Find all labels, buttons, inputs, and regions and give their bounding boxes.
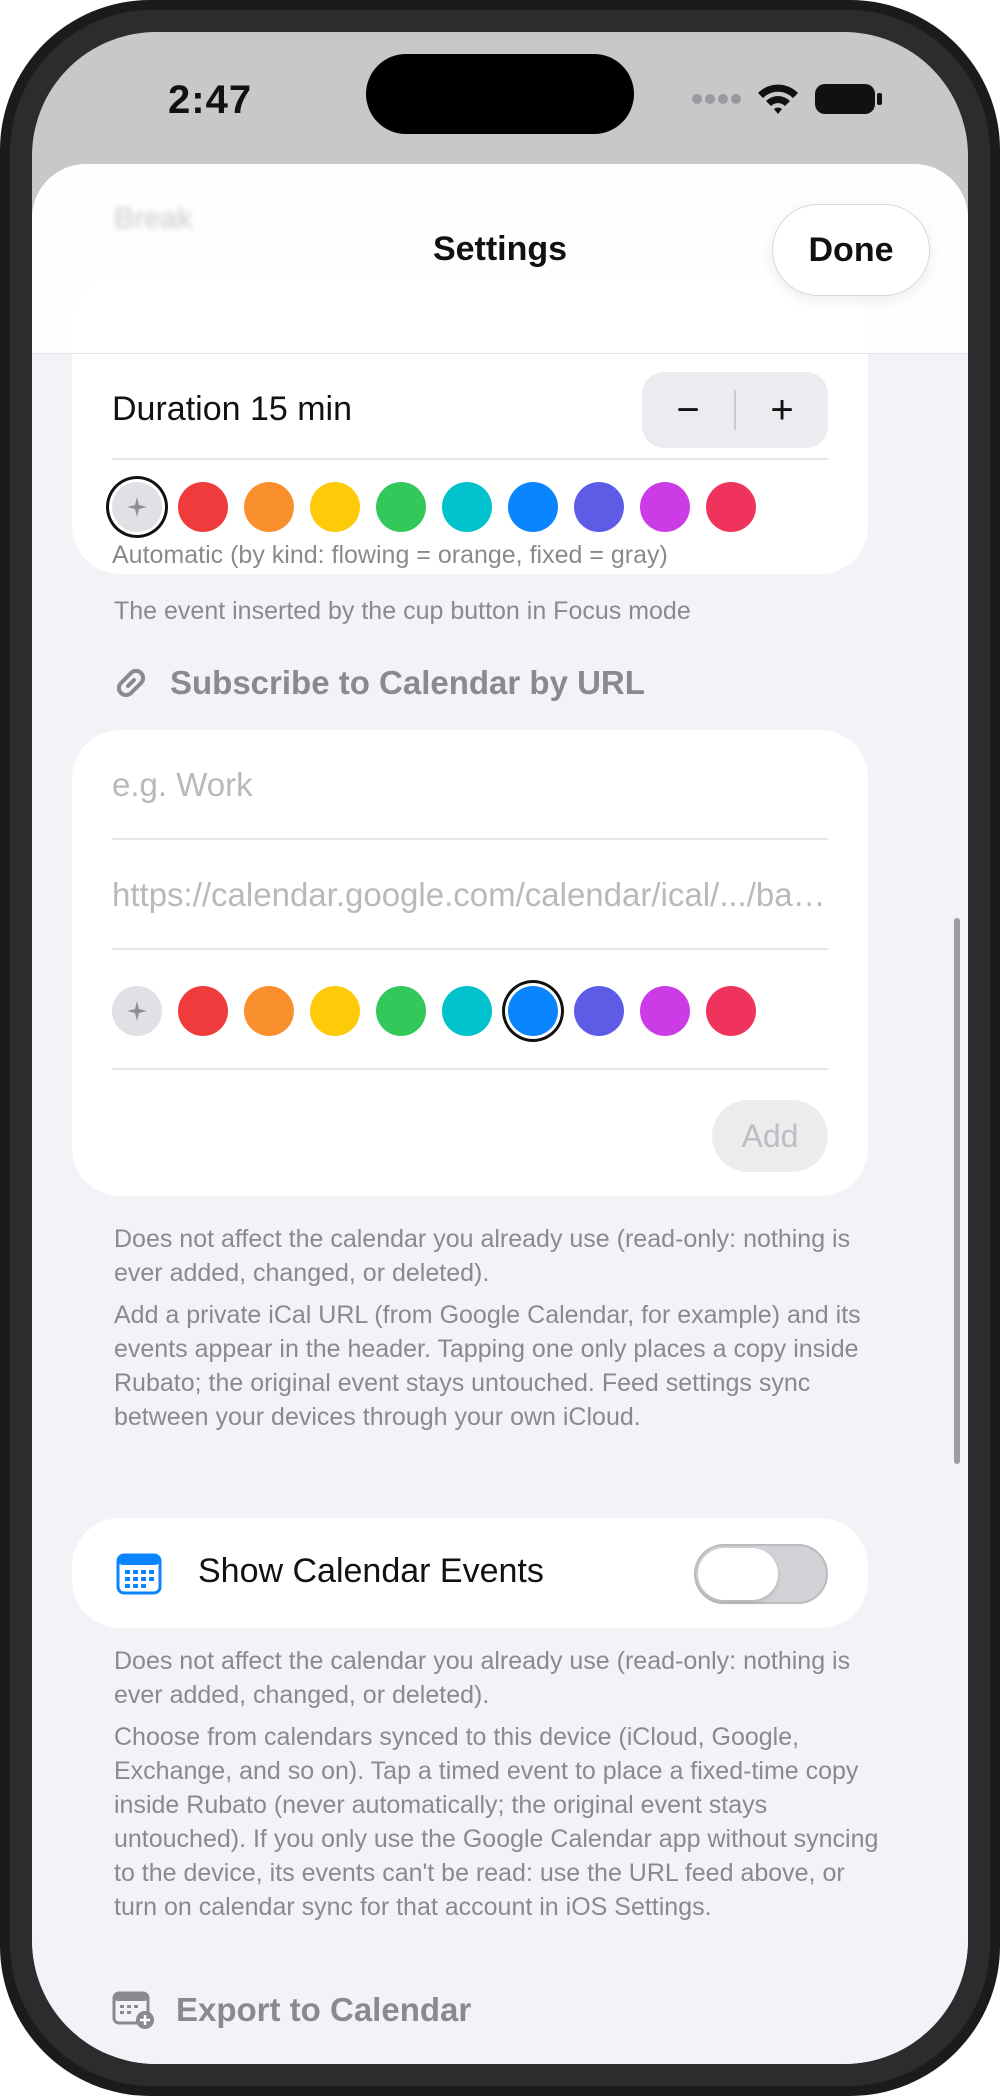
color-caption: Automatic (by kind: flowing = orange, fi… <box>112 541 668 569</box>
subscribe-footer-description: Add a private iCal URL (from Google Cale… <box>114 1301 861 1431</box>
color-swatch[interactable] <box>310 482 360 532</box>
subscribe-color-picker <box>112 986 756 1036</box>
divider <box>112 1068 828 1070</box>
calendar-icon <box>116 1553 162 1595</box>
link-icon <box>116 668 146 698</box>
color-swatch[interactable] <box>178 986 228 1036</box>
screen: 2:47 Break Settings Done Duration 15 min… <box>32 32 968 2064</box>
color-swatch[interactable] <box>508 482 558 532</box>
subscribe-footer-note: Does not affect the calendar you already… <box>114 1225 851 1287</box>
subscribe-footer: Does not affect the calendar you already… <box>114 1222 894 1442</box>
automatic-color-swatch[interactable] <box>112 986 162 1036</box>
automatic-color-swatch[interactable] <box>112 482 162 532</box>
calendar-events-card: Show Calendar Events <box>72 1518 868 1628</box>
color-swatch[interactable] <box>442 482 492 532</box>
decrement-button[interactable]: − <box>642 372 734 448</box>
color-swatch[interactable] <box>574 482 624 532</box>
divider <box>112 948 828 950</box>
calendar-url-input[interactable]: https://calendar.google.com/calendar/ica… <box>112 876 828 914</box>
add-button[interactable]: Add <box>712 1100 828 1172</box>
color-swatch[interactable] <box>244 986 294 1036</box>
calendar-add-icon <box>112 1991 154 2029</box>
status-icons <box>692 82 884 116</box>
sparkle-icon <box>127 1001 147 1021</box>
dynamic-island <box>366 54 634 134</box>
duration-row: Duration 15 min − + <box>72 372 868 460</box>
export-header: Export to Calendar <box>112 1990 471 2030</box>
divider <box>112 458 828 460</box>
break-footer: The event inserted by the cup button in … <box>114 597 691 625</box>
color-swatch[interactable] <box>508 986 558 1036</box>
battery-icon <box>815 84 882 114</box>
settings-sheet: Break Settings Done Duration 15 min − + … <box>32 164 968 2064</box>
calendar-events-footer-description: Choose from calendars synced to this dev… <box>114 1723 879 1921</box>
duration-stepper: − + <box>642 372 828 448</box>
focus-color-picker <box>112 482 756 532</box>
status-time: 2:47 <box>168 78 253 122</box>
increment-button[interactable]: + <box>736 372 828 448</box>
sparkle-icon <box>127 497 147 517</box>
calendar-events-footer-note: Does not affect the calendar you already… <box>114 1647 851 1709</box>
color-swatch[interactable] <box>706 482 756 532</box>
signal-dots-icon <box>692 94 741 104</box>
subscribe-header-label: Subscribe to Calendar by URL <box>170 664 645 701</box>
color-swatch[interactable] <box>376 482 426 532</box>
calendar-events-footer: Does not affect the calendar you already… <box>114 1644 894 1932</box>
calendar-events-toggle[interactable] <box>694 1544 828 1604</box>
color-swatch[interactable] <box>178 482 228 532</box>
color-swatch[interactable] <box>574 986 624 1036</box>
calendar-events-label: Show Calendar Events <box>198 1552 544 1590</box>
calendar-name-input[interactable]: e.g. Work <box>112 766 828 804</box>
duration-label: Duration 15 min <box>112 390 353 428</box>
toggle-knob <box>698 1548 778 1600</box>
color-swatch[interactable] <box>706 986 756 1036</box>
color-swatch[interactable] <box>244 482 294 532</box>
wifi-icon <box>758 84 798 114</box>
color-swatch[interactable] <box>310 986 360 1036</box>
color-swatch[interactable] <box>640 986 690 1036</box>
status-bar: 2:47 <box>32 32 968 182</box>
subscribe-card: e.g. Work https://calendar.google.com/ca… <box>72 730 868 1196</box>
color-swatch[interactable] <box>640 482 690 532</box>
color-swatch[interactable] <box>376 986 426 1036</box>
scroll-indicator[interactable] <box>954 918 960 1464</box>
divider <box>112 838 828 840</box>
nav-bar: Break Settings Done <box>32 164 968 354</box>
subscribe-header: Subscribe to Calendar by URL <box>112 664 645 702</box>
done-button[interactable]: Done <box>772 204 930 296</box>
export-header-label: Export to Calendar <box>176 1991 472 2028</box>
color-swatch[interactable] <box>442 986 492 1036</box>
